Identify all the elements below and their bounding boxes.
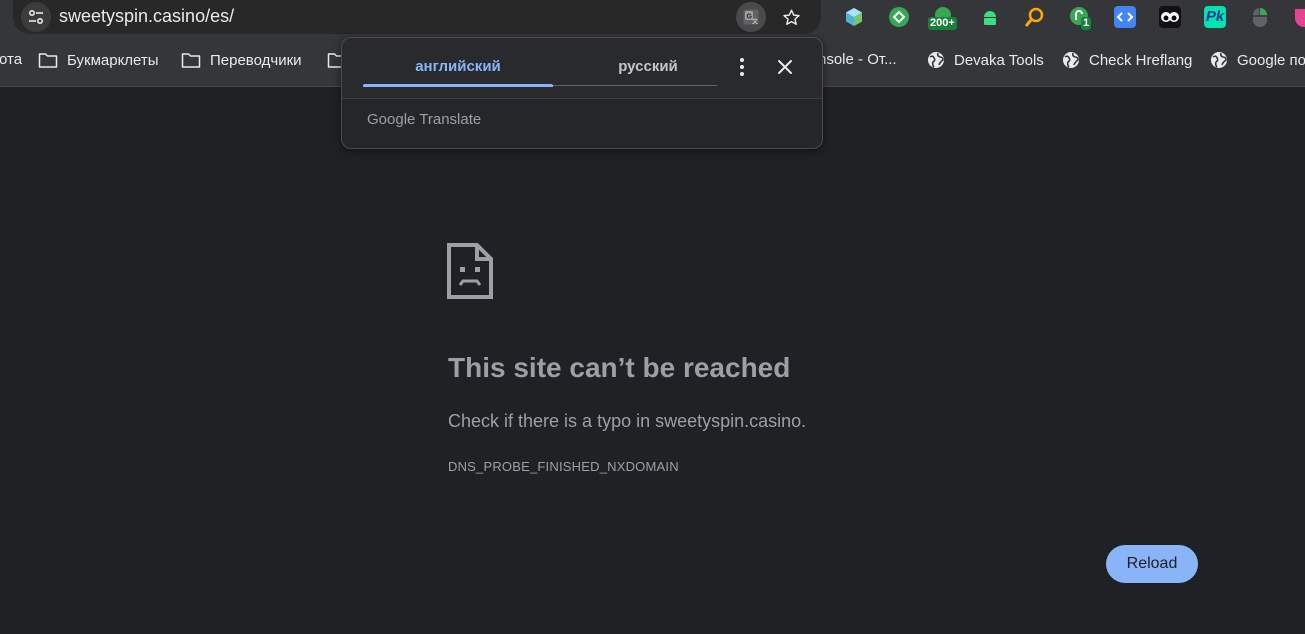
bookmark-item-check-hreflang[interactable]: Check Hreflang xyxy=(1062,51,1192,69)
pk-extension-icon[interactable]: Pk xyxy=(1204,6,1226,28)
bookmark-star-button[interactable] xyxy=(776,2,806,32)
folder-icon xyxy=(181,53,201,68)
extension-badge-1: 1 xyxy=(1081,17,1092,30)
mouse-extension-icon[interactable] xyxy=(1249,6,1271,28)
google-translate-brand: Google Translate xyxy=(367,111,482,128)
green-link-extension-icon[interactable]: 1 xyxy=(1069,6,1092,30)
error-description: Check if there is a typo in sweetyspin.c… xyxy=(448,411,807,431)
bookmark-item-google[interactable]: Google по xyxy=(1210,51,1305,69)
star-icon xyxy=(783,9,800,26)
folder-icon xyxy=(38,53,58,68)
error-code: DNS_PROBE_FINISHED_NXDOMAIN xyxy=(448,459,679,474)
sad-page-icon xyxy=(447,243,493,299)
shield-extension-icon[interactable] xyxy=(1293,6,1305,28)
translate-icon: G 文 xyxy=(743,9,759,25)
green-counter-extension-icon[interactable]: 200+ xyxy=(928,6,957,30)
bookmark-folder-bookmarklets[interactable]: Букмарклеты xyxy=(38,51,159,69)
translate-popup: английский русский Google Translate xyxy=(341,37,823,149)
bookmark-label: Переводчики xyxy=(210,51,302,69)
site-info-button[interactable] xyxy=(21,2,51,32)
bookmark-item-partial[interactable]: ота xyxy=(0,51,22,68)
globe-icon xyxy=(928,52,944,68)
bookmark-item-devaka-tools[interactable]: Devaka Tools xyxy=(927,51,1044,69)
address-bar[interactable]: sweetyspin.casino/es/ G 文 xyxy=(13,0,821,34)
tune-icon xyxy=(28,9,44,25)
extension-badge-200: 200+ xyxy=(928,17,957,30)
green-clover-extension-icon[interactable] xyxy=(888,6,910,28)
translate-button[interactable]: G 文 xyxy=(736,2,766,32)
globe-icon xyxy=(1063,52,1079,68)
bookmark-label: Devaka Tools xyxy=(954,51,1044,69)
bookmark-label: ота xyxy=(0,51,23,68)
android-extension-icon[interactable] xyxy=(979,6,1001,28)
magnifier-extension-icon[interactable] xyxy=(1024,6,1046,28)
more-options-icon[interactable] xyxy=(732,56,752,78)
hexagon-extension-icon[interactable] xyxy=(843,6,865,28)
active-tab-indicator xyxy=(363,84,553,87)
globe-icon xyxy=(1211,52,1227,68)
bookmark-label: Google по xyxy=(1237,51,1305,69)
reload-button[interactable]: Reload xyxy=(1106,545,1198,583)
tab-source-language[interactable]: английский xyxy=(363,58,553,75)
error-title: This site can’t be reached xyxy=(448,352,791,383)
bookmark-label: Букмарклеты xyxy=(67,51,159,69)
close-icon[interactable] xyxy=(774,56,796,78)
svg-text:文: 文 xyxy=(752,18,758,26)
url-text[interactable]: sweetyspin.casino/es/ xyxy=(59,6,234,27)
bookmark-label: Check Hreflang xyxy=(1089,51,1193,69)
bookmark-folder-translators[interactable]: Переводчики xyxy=(181,51,302,69)
code-extension-icon[interactable] xyxy=(1114,6,1136,28)
tab-target-language[interactable]: русский xyxy=(553,58,743,75)
bookmark-item-search-console[interactable]: nsole - От... xyxy=(818,51,897,68)
bookmark-label: nsole - От... xyxy=(818,51,897,68)
browser-toolbar: sweetyspin.casino/es/ G 文 200+ 1 Pk xyxy=(0,0,1305,36)
eyes-extension-icon[interactable] xyxy=(1159,6,1181,28)
